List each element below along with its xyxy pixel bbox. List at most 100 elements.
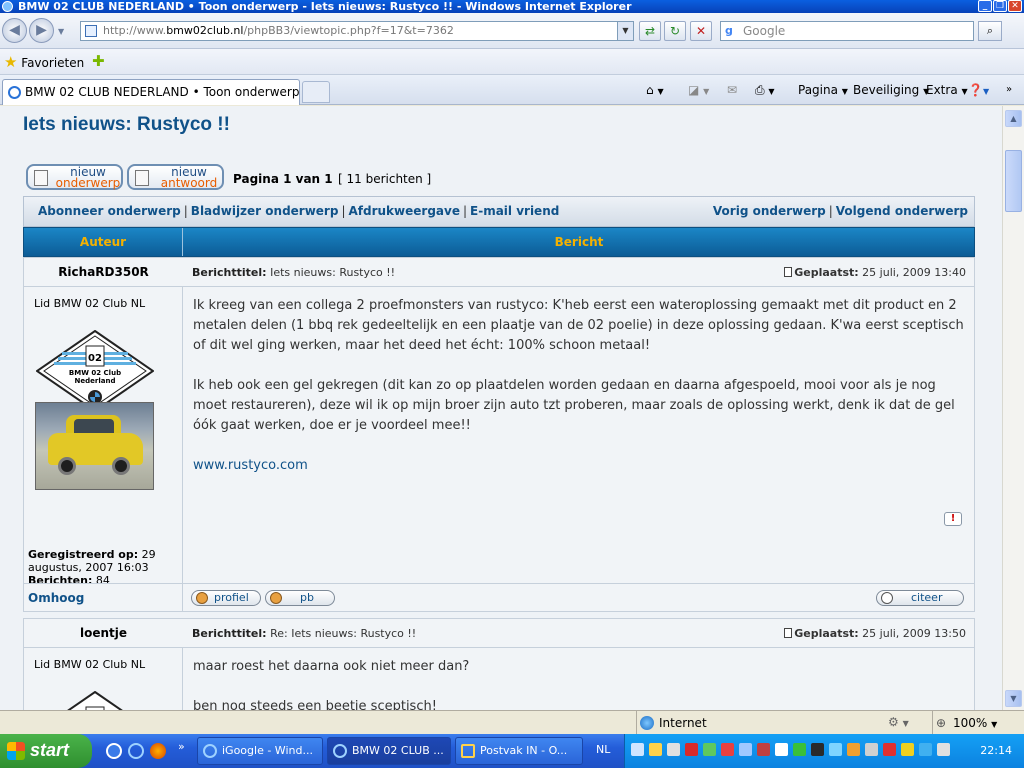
profile-button[interactable]: profiel — [191, 590, 261, 606]
page-menu[interactable]: Pagina ▼ — [798, 82, 848, 100]
quicklaunch-more-icon[interactable]: » — [178, 740, 185, 753]
new-reply-button[interactable]: nieuw antwoord — [127, 164, 224, 190]
users-icon — [270, 592, 282, 604]
private-message-button[interactable]: pb — [265, 590, 335, 606]
home-icon[interactable]: ⌂ ▼ — [646, 82, 664, 100]
scroll-thumb[interactable] — [1005, 150, 1022, 212]
quote-button[interactable]: citeer — [876, 590, 964, 606]
next-topic-link[interactable]: Volgend onderwerp — [836, 204, 968, 218]
post-paragraph-1: Ik kreeg van een collega 2 proefmonsters… — [193, 298, 964, 353]
stop-icon[interactable]: ✕ — [690, 21, 712, 41]
tray-app-icon[interactable] — [901, 743, 914, 756]
email-friend-link[interactable]: E-mail vriend — [470, 204, 559, 218]
bookmark-topic-link[interactable]: Bladwijzer onderwerp — [191, 204, 339, 218]
task-label: BMW 02 CLUB ... — [352, 744, 444, 757]
protected-mode-icon[interactable]: ⚙ ▼ — [888, 715, 909, 729]
chevron-more-icon[interactable]: » — [1006, 82, 1012, 98]
maximize-button[interactable]: ❐ — [993, 0, 1007, 12]
refresh-icon[interactable]: ↻ — [664, 21, 686, 41]
add-favorite-icon[interactable]: ✚ — [92, 52, 105, 70]
quicklaunch-desktop-icon[interactable] — [106, 743, 122, 759]
posted-date: 25 juli, 2009 13:40 — [862, 266, 966, 279]
task-igoogle[interactable]: iGoogle - Wind... — [197, 737, 323, 765]
user-rank: Lid BMW 02 Club NL — [34, 658, 146, 671]
club-logo — [67, 691, 123, 710]
tray-network-icon[interactable] — [631, 743, 644, 756]
back-to-top-link[interactable]: Omhoog — [28, 584, 84, 612]
report-post-icon[interactable]: ! — [944, 512, 962, 526]
mail-icon[interactable]: ✉ — [727, 82, 737, 98]
globe-icon — [640, 716, 654, 730]
tray-app-icon[interactable] — [883, 743, 896, 756]
zoom-icon: ⊕ — [936, 716, 947, 730]
logo-line1: BMW 02 Club — [69, 369, 121, 377]
tools-menu[interactable]: Extra ▼ — [926, 82, 968, 100]
tray-app-icon[interactable] — [757, 743, 770, 756]
rustyco-link[interactable]: www.rustyco.com — [193, 456, 968, 476]
tray-app-icon[interactable] — [703, 743, 716, 756]
task-outlook-inbox[interactable]: Postvak IN - O... — [455, 737, 583, 765]
topic-title[interactable]: Iets nieuws: Rustyco !! — [23, 114, 230, 136]
rss-icon[interactable]: ◪ ▼ — [688, 82, 709, 100]
user-icon — [196, 592, 208, 604]
post-author[interactable]: RichaRD350R — [24, 258, 183, 287]
ie-icon — [203, 744, 217, 758]
subject-text: Re: Iets nieuws: Rustyco !! — [270, 627, 417, 640]
help-icon[interactable]: ❓▼ — [968, 82, 989, 100]
pm-label: pb — [300, 591, 314, 604]
address-dropdown-icon[interactable]: ▼ — [617, 22, 633, 40]
tray-app-icon[interactable] — [829, 743, 842, 756]
start-button[interactable]: start — [0, 734, 92, 768]
favorites-button[interactable]: ★ Favorieten — [4, 53, 84, 72]
post-header: loentje Berichttitel: Re: Iets nieuws: R… — [24, 619, 974, 648]
new-tab-button[interactable] — [302, 81, 330, 103]
tray-monitor-icon[interactable] — [667, 743, 680, 756]
scroll-up-button[interactable]: ▲ — [1005, 110, 1022, 127]
page-menu-label: Pagina — [798, 83, 838, 97]
scroll-down-button[interactable]: ▼ — [1005, 690, 1022, 707]
search-button[interactable]: ⌕ — [978, 21, 1002, 41]
tray-app-icon[interactable] — [685, 743, 698, 756]
quicklaunch-firefox-icon[interactable] — [150, 743, 166, 759]
print-icon[interactable]: ⎙ ▼ — [755, 82, 775, 100]
forward-button[interactable]: ▶ — [29, 18, 54, 43]
profile-label: profiel — [214, 591, 249, 604]
ie-icon — [8, 86, 21, 99]
address-input[interactable]: http://www.bmw02club.nl/phpBB3/viewtopic… — [80, 21, 634, 41]
search-input[interactable]: g Google — [720, 21, 974, 41]
tray-app-icon[interactable] — [775, 743, 788, 756]
quicklaunch-ie-icon[interactable] — [128, 743, 144, 759]
task-bmw-club[interactable]: BMW 02 CLUB ... — [327, 737, 451, 765]
compatibility-view-icon[interactable]: ⇄ — [639, 21, 661, 41]
tray-shield-icon[interactable] — [649, 743, 662, 756]
system-tray: 22:14 — [624, 734, 1024, 768]
subscribe-topic-link[interactable]: Abonneer onderwerp — [38, 204, 181, 218]
user-registered: Geregistreerd op: 29 augustus, 2007 16:0… — [28, 548, 178, 574]
tray-volume-icon[interactable] — [937, 743, 950, 756]
post-icon[interactable] — [784, 267, 793, 277]
address-toolbar: ◀ ▶ ▼ http://www.bmw02club.nl/phpBB3/vie… — [0, 13, 1024, 49]
tray-app-icon[interactable] — [919, 743, 932, 756]
previous-topic-link[interactable]: Vorig onderwerp — [713, 204, 826, 218]
clock[interactable]: 22:14 — [980, 734, 1012, 768]
post-icon[interactable] — [784, 628, 793, 638]
print-view-link[interactable]: Afdrukweergave — [349, 204, 460, 218]
vertical-scrollbar[interactable]: ▲ ▼ — [1002, 106, 1024, 710]
tray-app-icon[interactable] — [865, 743, 878, 756]
back-button[interactable]: ◀ — [2, 18, 27, 43]
tray-app-icon[interactable] — [721, 743, 734, 756]
language-indicator[interactable]: NL — [596, 743, 610, 756]
status-bar: Internet ⚙ ▼ ⊕ 100% ▼ — [0, 710, 1024, 737]
tray-app-icon[interactable] — [847, 743, 860, 756]
close-button[interactable]: ✕ — [1008, 0, 1022, 12]
tray-app-icon[interactable] — [811, 743, 824, 756]
tray-app-icon[interactable] — [793, 743, 806, 756]
post-paragraph-1: maar roest het daarna ook niet meer dan? — [193, 659, 470, 674]
tab-bmw-club[interactable]: BMW 02 CLUB NEDERLAND • Toon onderwerp -… — [2, 79, 300, 105]
new-topic-button[interactable]: nieuw onderwerp — [26, 164, 123, 190]
recent-pages-dropdown-icon[interactable]: ▼ — [58, 27, 64, 36]
security-menu[interactable]: Beveiliging ▼ — [853, 82, 929, 100]
post-author[interactable]: loentje — [24, 619, 183, 648]
tray-bluetooth-icon[interactable] — [739, 743, 752, 756]
minimize-button[interactable]: _ — [978, 0, 992, 12]
